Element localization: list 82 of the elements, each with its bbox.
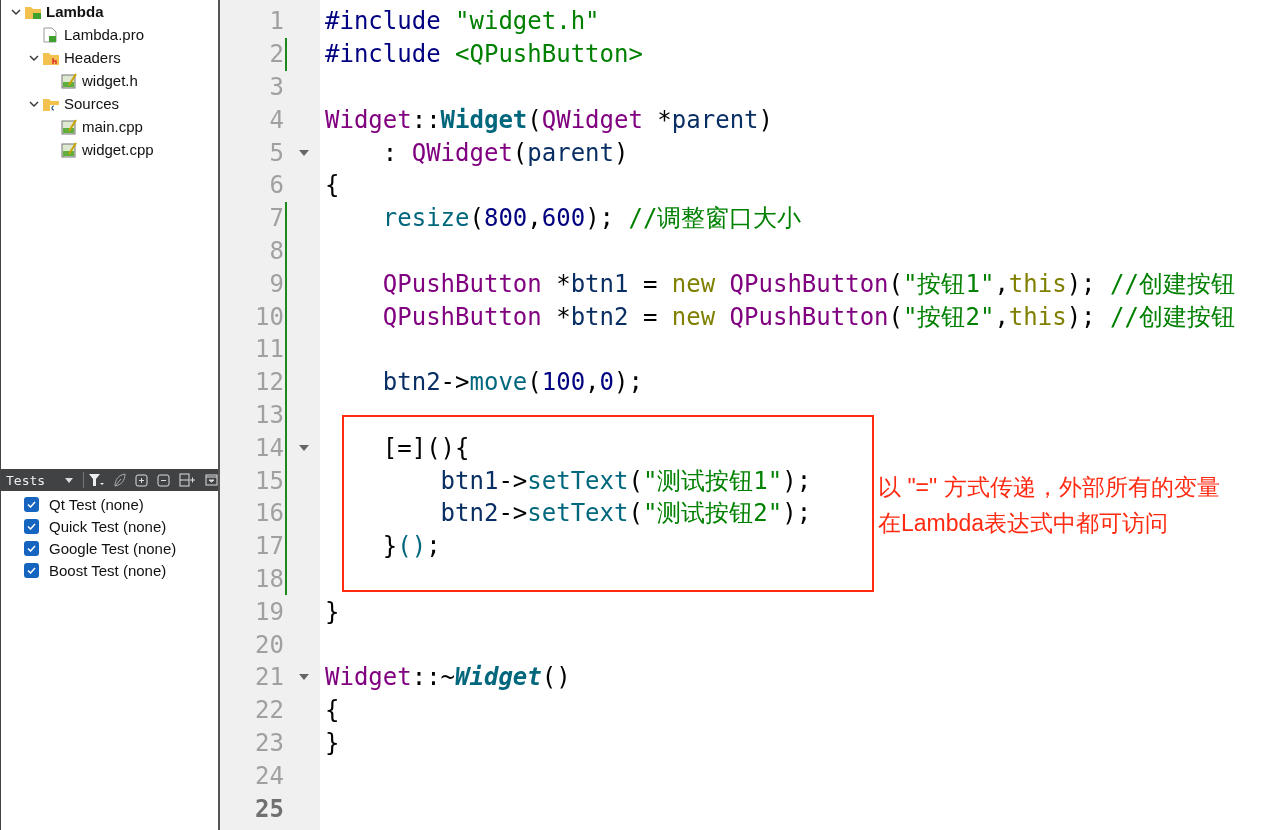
line-number: 20 <box>254 630 284 659</box>
line-number: 12 <box>254 368 284 397</box>
code-line: { <box>324 696 340 725</box>
code-line: #include <QPushButton> <box>324 40 643 69</box>
checkbox[interactable] <box>24 518 39 534</box>
file-icon <box>61 72 77 89</box>
line-number: 1 <box>268 7 284 36</box>
chevron-down-icon[interactable] <box>11 8 21 15</box>
line-number: 4 <box>268 105 284 134</box>
test-item: Quick Test (none) <box>48 517 167 535</box>
line-number: 22 <box>254 696 284 725</box>
line-number: 16 <box>254 499 284 528</box>
tree-item[interactable]: main.cpp <box>79 118 143 135</box>
checkbox[interactable] <box>24 540 39 556</box>
line-number: 18 <box>254 564 284 593</box>
folder-icon <box>43 96 59 111</box>
check-icon <box>27 500 36 508</box>
chevron-down-icon[interactable] <box>29 100 39 107</box>
code-line: btn1->setText("测试按钮1"); <box>439 465 812 497</box>
line-number: 3 <box>268 73 284 101</box>
dropdown-arrow-icon[interactable] <box>65 477 74 483</box>
line-number: 17 <box>254 532 284 561</box>
line-number: 5 <box>268 138 284 167</box>
code-line: Widget::Widget(QWidget *parent) <box>324 105 773 134</box>
code-line: } <box>324 728 340 757</box>
tree-item[interactable]: Lambda.pro <box>61 26 145 43</box>
filter-icon[interactable] <box>89 473 104 487</box>
code-line: #include "widget.h" <box>324 7 600 36</box>
code-line: QPushButton *btn2 = new QPushButton("按钮2",this); //创建按钮 <box>381 301 1235 333</box>
tree-item[interactable]: Sources <box>61 95 120 112</box>
tree-item[interactable]: Headers <box>61 49 121 66</box>
tree-item[interactable]: Lambda <box>43 3 104 20</box>
code-line: Widget::~Widget() <box>324 663 571 692</box>
line-number: 2 <box>268 40 284 69</box>
line-number: 11 <box>254 335 284 364</box>
line-number: 24 <box>254 761 284 790</box>
test-item: Boost Test (none) <box>48 561 167 579</box>
line-number: 14 <box>254 433 284 462</box>
code-line: QPushButton *btn1 = new QPushButton("按钮1",this); //创建按钮 <box>381 268 1235 300</box>
code-line: }(); <box>381 532 441 561</box>
annotation-note: 以 "=" 方式传递，外部所有的变量在Lambda表达式中都可访问 <box>878 473 1221 538</box>
fold-arrow-icon[interactable] <box>298 674 309 681</box>
minimize-icon[interactable] <box>205 474 218 486</box>
code-line: { <box>324 171 340 200</box>
code-line: btn2->move(100,0); <box>381 368 643 397</box>
test-item: Qt Test (none) <box>48 495 144 513</box>
line-number: 23 <box>254 728 284 757</box>
line-number: 19 <box>254 597 284 626</box>
check-icon <box>27 522 36 530</box>
code-line: : QWidget(parent) <box>381 138 629 167</box>
checkbox[interactable] <box>24 496 39 512</box>
line-number: 25 <box>254 794 284 823</box>
line-number: 15 <box>254 466 284 495</box>
check-icon <box>27 566 36 574</box>
code-line: } <box>324 597 340 626</box>
collapse-icon[interactable] <box>157 473 170 487</box>
checkbox[interactable] <box>24 562 39 578</box>
line-number: 13 <box>254 400 284 429</box>
chevron-down-icon[interactable] <box>29 54 39 61</box>
split-add-icon[interactable] <box>179 473 196 487</box>
check-icon <box>27 544 36 552</box>
test-item: Google Test (none) <box>48 539 177 557</box>
file-icon <box>61 141 77 158</box>
code-line: resize(800,600); //调整窗口大小 <box>381 203 802 235</box>
line-number: 6 <box>268 171 284 200</box>
leaf-icon[interactable] <box>113 473 126 487</box>
line-number: 10 <box>254 302 284 331</box>
file-icon <box>61 118 77 135</box>
file-icon <box>43 26 57 43</box>
fold-arrow-icon[interactable] <box>298 444 309 451</box>
line-number: 7 <box>268 204 284 233</box>
fold-arrow-icon[interactable] <box>298 149 309 156</box>
folder-icon <box>25 4 41 19</box>
folder-icon <box>43 50 59 65</box>
expand-icon[interactable] <box>135 473 148 487</box>
tree-item[interactable]: widget.cpp <box>79 141 154 158</box>
line-number: 9 <box>268 269 284 298</box>
code-line: [=](){ <box>381 433 470 462</box>
line-number: 8 <box>268 236 284 265</box>
code-line: btn2->setText("测试按钮2"); <box>439 498 812 530</box>
tree-item[interactable]: widget.h <box>79 72 138 89</box>
line-number: 21 <box>254 663 284 692</box>
